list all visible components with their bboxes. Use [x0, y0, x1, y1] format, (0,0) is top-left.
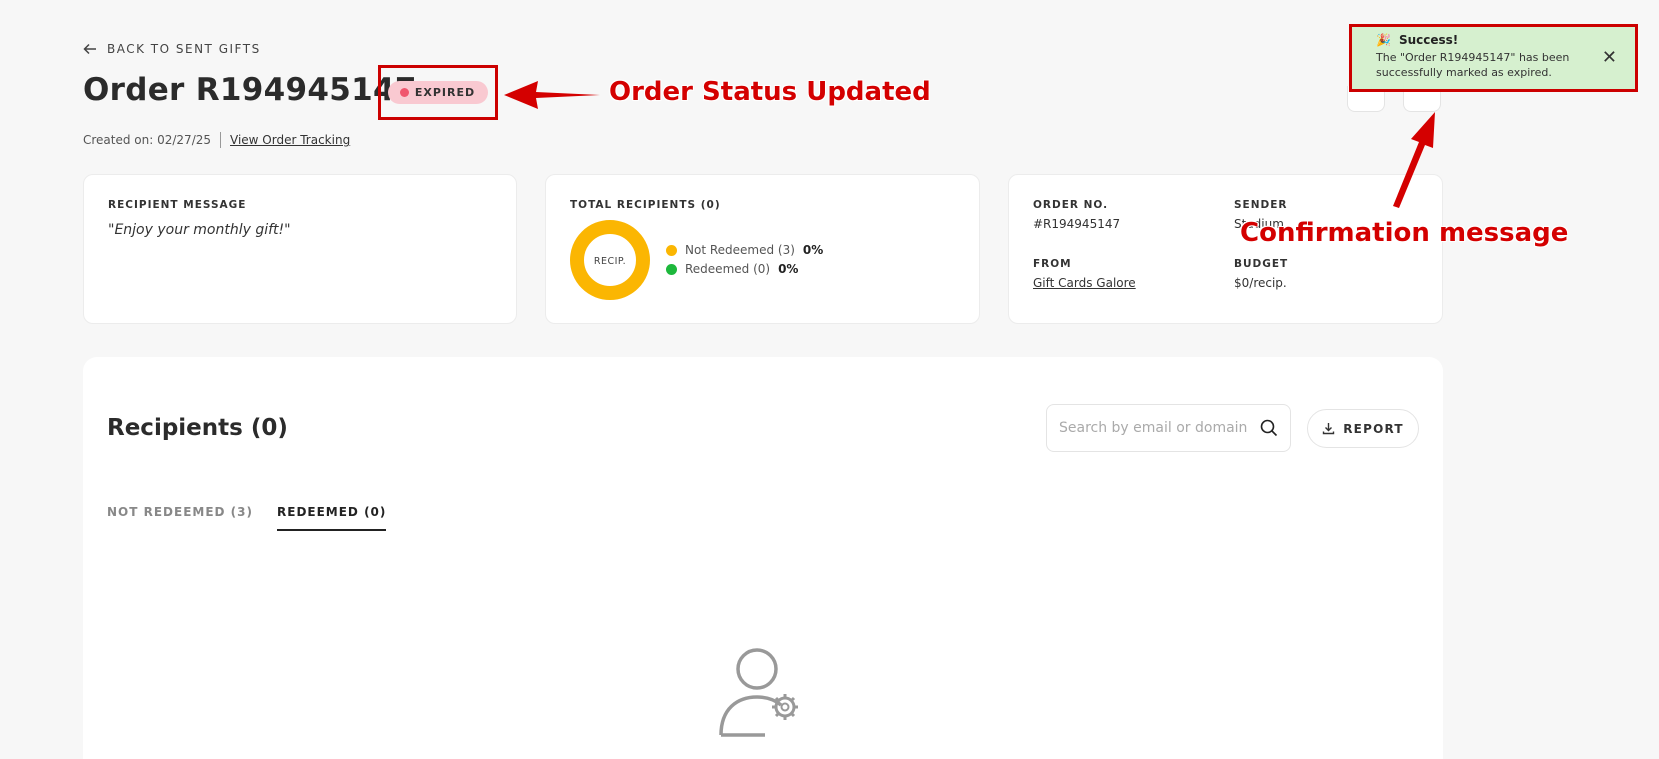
from-label: FROM: [1033, 258, 1072, 270]
budget-value: $0/recip.: [1234, 276, 1287, 290]
redeemed-dot-icon: [666, 263, 677, 275]
confirmation-annotation-text: Confirmation message: [1240, 218, 1569, 248]
legend-redeemed-label: Redeemed (0): [685, 262, 771, 276]
order-no-value: #R194945147: [1033, 217, 1121, 231]
recipients-tabs: NOT REDEEMED (3) REDEEMED (0): [107, 505, 387, 531]
status-dot-icon: [399, 88, 409, 97]
tab-not-redeemed[interactable]: NOT REDEEMED (3): [107, 505, 253, 531]
sender-label: SENDER: [1234, 199, 1288, 211]
search-icon[interactable]: [1260, 419, 1278, 437]
order-no-label: ORDER NO.: [1033, 199, 1109, 211]
from-link[interactable]: Gift Cards Galore: [1033, 276, 1136, 290]
created-on-label: Created on: 02/27/25: [83, 133, 212, 147]
back-link-label: BACK TO SENT GIFTS: [107, 42, 261, 56]
recipients-title: Recipients (0): [107, 415, 288, 441]
back-to-sent-gifts-link[interactable]: BACK TO SENT GIFTS: [83, 42, 261, 56]
legend-redeemed-pct: 0%: [778, 262, 799, 276]
toast-title: Success!: [1398, 33, 1459, 47]
status-annotation-arrow: [504, 81, 600, 109]
tab-redeemed[interactable]: REDEEMED (0): [277, 505, 387, 531]
search-box: [1046, 404, 1291, 452]
report-button[interactable]: REPORT: [1307, 409, 1419, 448]
report-button-label: REPORT: [1343, 421, 1404, 436]
recipients-donut-chart: RECIP.: [570, 220, 650, 300]
view-order-tracking-link[interactable]: View Order Tracking: [230, 133, 350, 147]
status-badge: EXPIRED: [387, 81, 489, 104]
success-toast: 🎉 Success! The "Order R194945147" has be…: [1349, 24, 1638, 92]
not-redeemed-dot-icon: [666, 244, 677, 256]
recipient-message-card: RECIPIENT MESSAGE "Enjoy your monthly gi…: [83, 174, 517, 324]
arrow-left-icon: [83, 43, 96, 55]
order-info-card: ORDER NO. #R194945147 SENDER Stadium FRO…: [1008, 174, 1443, 324]
budget-label: BUDGET: [1234, 258, 1289, 270]
meta-divider: [220, 132, 222, 148]
recipients-panel: Recipients (0) REPORT NOT REDEEMED (3) R…: [83, 357, 1443, 759]
recipient-message-text: "Enjoy your monthly gift!": [108, 222, 291, 238]
legend-not-redeemed: Not Redeemed (3) 0%: [666, 243, 823, 257]
recipient-message-label: RECIPIENT MESSAGE: [108, 199, 247, 211]
page-title: Order R194945147: [83, 72, 417, 108]
total-recipients-label: TOTAL RECIPIENTS (0): [570, 199, 721, 211]
toast-message: The "Order R194945147" has been successf…: [1376, 51, 1570, 79]
close-icon[interactable]: ✕: [1602, 47, 1617, 68]
legend-not-redeemed-pct: 0%: [802, 243, 824, 257]
legend-not-redeemed-label: Not Redeemed (3): [685, 243, 795, 257]
status-annotation-box: EXPIRED: [378, 65, 498, 120]
confirmation-annotation-arrow: [1393, 112, 1435, 208]
search-input[interactable]: [1059, 420, 1260, 436]
status-annotation-text: Order Status Updated: [609, 77, 931, 107]
download-icon: [1323, 423, 1335, 435]
user-settings-icon: [719, 648, 798, 737]
legend-redeemed: Redeemed (0) 0%: [666, 262, 823, 276]
donut-center-label: RECIP.: [594, 256, 626, 267]
party-popper-icon: 🎉: [1376, 33, 1391, 47]
status-label: EXPIRED: [414, 86, 476, 99]
total-recipients-card: TOTAL RECIPIENTS (0) RECIP. Not Redeemed…: [545, 174, 980, 324]
